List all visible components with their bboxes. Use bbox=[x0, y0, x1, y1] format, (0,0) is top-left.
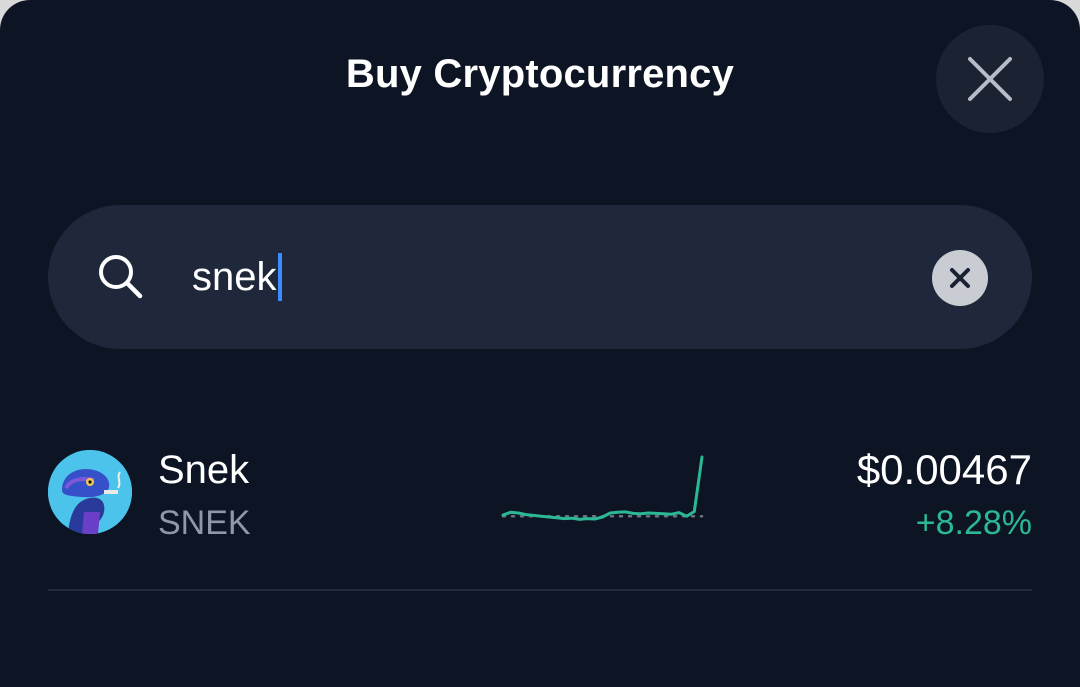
coin-price: $0.00467 bbox=[856, 446, 1032, 493]
sparkline-series-line bbox=[501, 455, 704, 521]
price-sparkline bbox=[501, 455, 704, 521]
snek-logo-icon bbox=[48, 450, 132, 534]
clear-search-button[interactable] bbox=[932, 250, 988, 306]
list-item[interactable]: Snek SNEK $0.00467 +8.28% bbox=[48, 430, 1032, 560]
page-title: Buy Cryptocurrency bbox=[345, 52, 735, 96]
close-button[interactable] bbox=[936, 25, 1044, 133]
clear-x-icon bbox=[950, 268, 970, 288]
coin-name: Snek bbox=[158, 448, 250, 492]
close-icon bbox=[968, 57, 1012, 101]
search-input[interactable]: snek bbox=[192, 246, 892, 308]
text-caret bbox=[277, 253, 282, 301]
coin-price-change: +8.28% bbox=[915, 504, 1032, 542]
coin-symbol: SNEK bbox=[158, 504, 251, 542]
divider bbox=[48, 589, 1032, 591]
search-icon bbox=[99, 255, 143, 299]
buy-crypto-sheet: Buy Cryptocurrency snek Snek SNEK $0.004… bbox=[0, 0, 1080, 687]
search-input-value: snek bbox=[192, 254, 277, 299]
